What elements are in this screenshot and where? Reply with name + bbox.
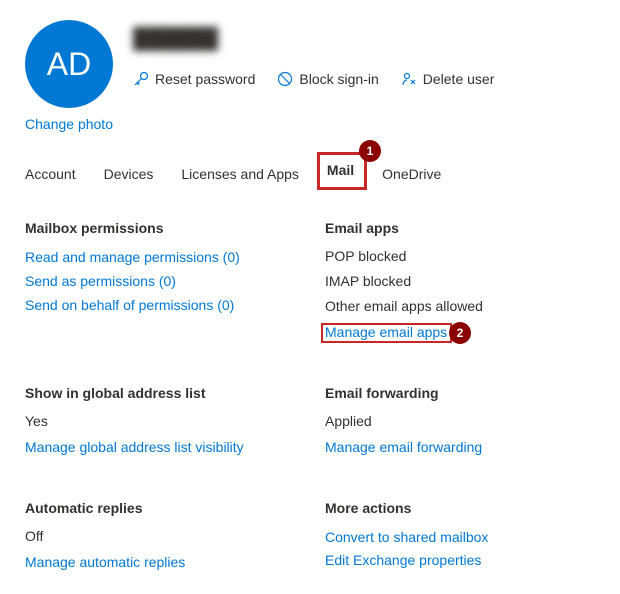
reset-password-label: Reset password <box>155 71 255 87</box>
auto-replies-section: Automatic replies Off Manage automatic r… <box>25 500 295 575</box>
gal-value: Yes <box>25 411 295 432</box>
read-manage-permissions-link[interactable]: Read and manage permissions (0) <box>25 246 295 270</box>
tab-onedrive[interactable]: OneDrive <box>382 162 441 186</box>
key-icon <box>133 71 149 87</box>
block-signin-button[interactable]: Block sign-in <box>277 71 378 87</box>
manage-auto-replies-link[interactable]: Manage automatic replies <box>25 551 295 575</box>
mailbox-permissions-section: Mailbox permissions Read and manage perm… <box>25 220 295 345</box>
tab-mail[interactable]: Mail <box>327 158 354 182</box>
imap-status: IMAP blocked <box>325 271 595 292</box>
annotation-marker-2: 2 <box>449 322 471 344</box>
delete-user-icon <box>401 71 417 87</box>
change-photo-link[interactable]: Change photo <box>25 116 113 132</box>
manage-gal-link[interactable]: Manage global address list visibility <box>25 436 295 460</box>
gal-section: Show in global address list Yes Manage g… <box>25 385 295 460</box>
convert-shared-mailbox-link[interactable]: Convert to shared mailbox <box>325 526 595 550</box>
tab-bar: Account Devices Licenses and Apps Mail 1… <box>25 162 595 186</box>
mailbox-permissions-title: Mailbox permissions <box>25 220 295 236</box>
tab-licenses[interactable]: Licenses and Apps <box>181 162 299 186</box>
delete-user-button[interactable]: Delete user <box>401 71 495 87</box>
pop-status: POP blocked <box>325 246 595 267</box>
tab-account[interactable]: Account <box>25 162 76 186</box>
forwarding-title: Email forwarding <box>325 385 595 401</box>
forwarding-section: Email forwarding Applied Manage email fo… <box>325 385 595 460</box>
auto-replies-value: Off <box>25 526 295 547</box>
reset-password-button[interactable]: Reset password <box>133 71 255 87</box>
edit-exchange-properties-link[interactable]: Edit Exchange properties <box>325 549 595 573</box>
delete-user-label: Delete user <box>423 71 495 87</box>
auto-replies-title: Automatic replies <box>25 500 295 516</box>
more-actions-section: More actions Convert to shared mailbox E… <box>325 500 595 575</box>
block-signin-label: Block sign-in <box>299 71 378 87</box>
send-as-permissions-link[interactable]: Send as permissions (0) <box>25 270 295 294</box>
send-on-behalf-permissions-link[interactable]: Send on behalf of permissions (0) <box>25 294 295 318</box>
email-apps-section: Email apps POP blocked IMAP blocked Othe… <box>325 220 595 345</box>
manage-forwarding-link[interactable]: Manage email forwarding <box>325 436 595 460</box>
manage-email-apps-link[interactable]: Manage email apps <box>325 321 447 345</box>
user-avatar[interactable]: AD <box>25 20 113 108</box>
forwarding-value: Applied <box>325 411 595 432</box>
other-apps-status: Other email apps allowed <box>325 296 595 317</box>
gal-title: Show in global address list <box>25 385 295 401</box>
tab-devices[interactable]: Devices <box>104 162 154 186</box>
email-apps-title: Email apps <box>325 220 595 236</box>
block-icon <box>277 71 293 87</box>
user-name: ██████ <box>133 28 595 51</box>
more-actions-title: More actions <box>325 500 595 516</box>
annotation-marker-1: 1 <box>359 140 381 162</box>
